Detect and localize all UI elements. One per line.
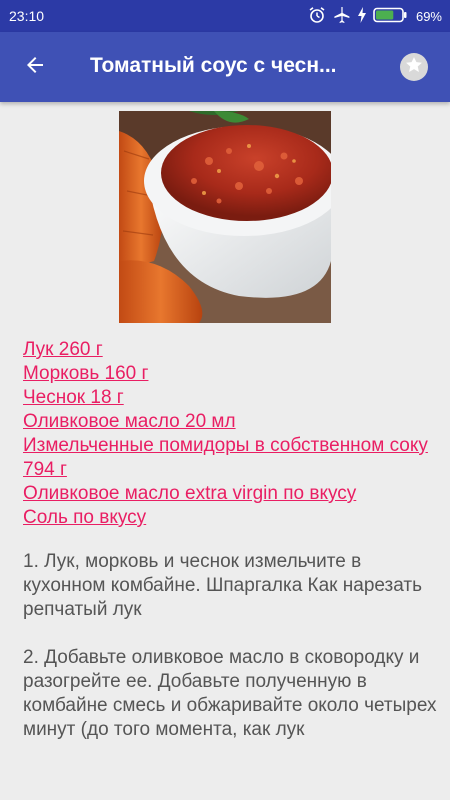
- recipe-content[interactable]: Лук 260 г Морковь 160 г Чеснок 18 г Олив…: [0, 102, 450, 800]
- instruction-step: 2. Добавьте оливковое масло в сковородку…: [23, 647, 437, 740]
- ingredient-link[interactable]: Соль по вкусу: [23, 506, 433, 530]
- airplane-mode-icon: [333, 6, 351, 27]
- arrow-back-icon: [23, 53, 47, 82]
- instruction-step: 1. Лук, морковь и чеснок измельчите в ку…: [23, 551, 422, 620]
- ingredient-link[interactable]: Оливковое масло extra virgin по вкусу: [23, 482, 433, 506]
- star-icon: [404, 55, 424, 80]
- ingredient-link[interactable]: Морковь 160 г: [23, 362, 433, 386]
- battery-icon: [373, 7, 407, 26]
- ingredient-link[interactable]: Измельченные помидоры в собственном соку…: [23, 434, 433, 482]
- status-bar: 23:10 69%: [0, 0, 450, 32]
- battery-percent: 69%: [415, 8, 442, 24]
- page-title: Томатный соус с чесн...: [90, 54, 337, 77]
- ingredient-link[interactable]: Оливковое масло 20 мл: [23, 410, 433, 434]
- status-time: 23:10: [9, 8, 45, 24]
- ingredient-link[interactable]: Лук 260 г: [23, 338, 433, 362]
- app-bar: Томатный соус с чесн...: [0, 32, 450, 102]
- ingredients-list: Лук 260 г Морковь 160 г Чеснок 18 г Олив…: [23, 338, 433, 530]
- charging-icon: [357, 6, 366, 26]
- favorite-button[interactable]: [400, 53, 428, 81]
- recipe-photo: [119, 111, 331, 323]
- alarm-icon: [308, 6, 326, 27]
- instructions: 1. Лук, морковь и чеснок измельчите в ку…: [23, 550, 438, 766]
- ingredient-link[interactable]: Чеснок 18 г: [23, 386, 433, 410]
- back-button[interactable]: [20, 52, 50, 82]
- status-icons: 69%: [308, 5, 442, 27]
